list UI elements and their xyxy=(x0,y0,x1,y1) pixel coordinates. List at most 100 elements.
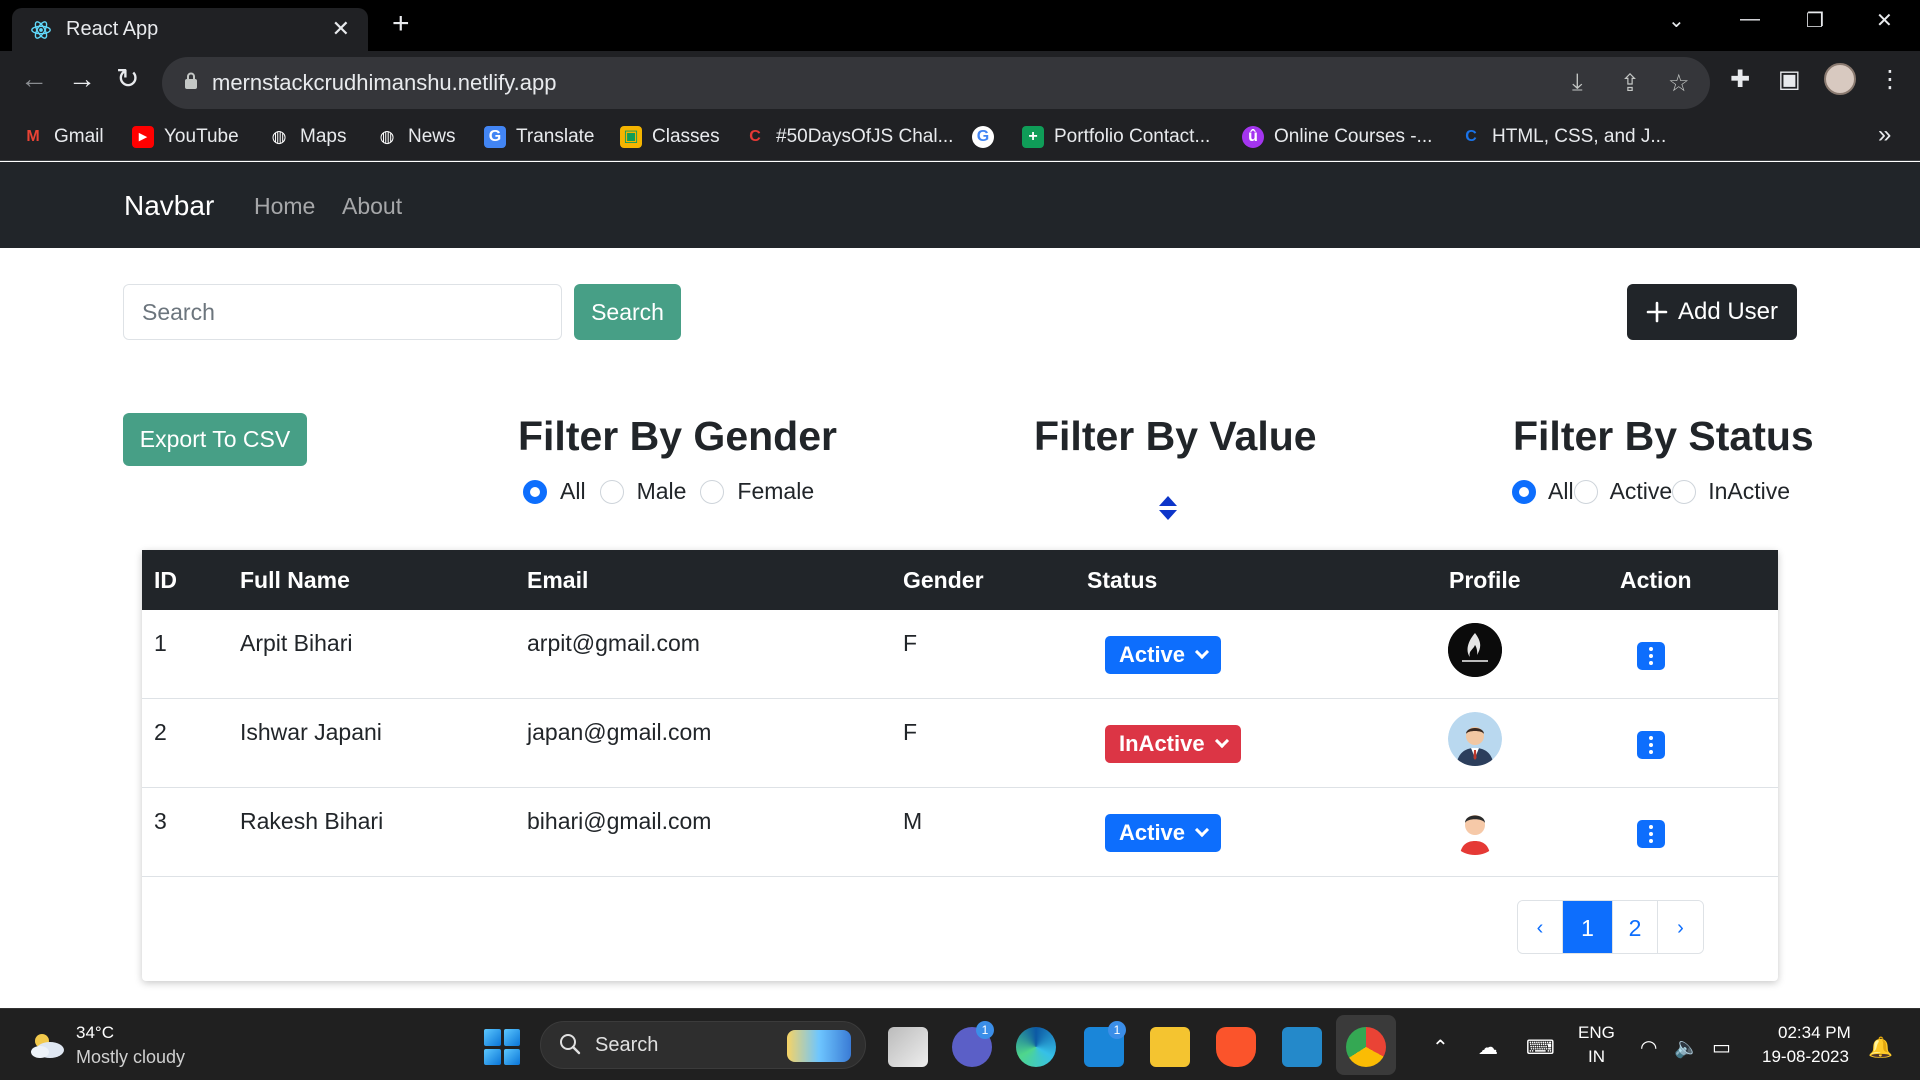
search-icon xyxy=(560,1034,581,1055)
bookmark-50daysofjs[interactable]: C #50DaysOfJS Chal... xyxy=(744,123,953,151)
windows-start-icon[interactable] xyxy=(484,1029,520,1065)
back-arrow-icon[interactable]: ← xyxy=(20,65,48,93)
gender-label-female: Female xyxy=(737,478,815,504)
battery-icon[interactable]: ▭ xyxy=(1712,1035,1731,1060)
bookmark-html-css-js[interactable]: C HTML, CSS, and J... xyxy=(1460,123,1666,151)
bookmark-portfolio-contact[interactable]: + Portfolio Contact... xyxy=(1022,123,1210,151)
onedrive-icon[interactable]: ☁ xyxy=(1478,1035,1498,1060)
column-header-full-name: Full Name xyxy=(240,567,350,593)
minimize-icon[interactable]: — xyxy=(1740,8,1760,31)
search-button[interactable]: Search xyxy=(574,284,681,340)
filter-status-title: Filter By Status xyxy=(1513,413,1814,459)
bookmark-online-courses[interactable]: û Online Courses -... xyxy=(1242,123,1432,151)
export-csv-button[interactable]: Export To CSV xyxy=(123,413,307,466)
column-header-email: Email xyxy=(527,567,589,593)
pagination-next[interactable]: › xyxy=(1658,901,1703,953)
edge-browser-icon[interactable] xyxy=(1016,1027,1056,1067)
udemy-icon: û xyxy=(1242,126,1264,148)
restore-icon[interactable]: ❐ xyxy=(1806,8,1824,33)
bookmark-gmail[interactable]: M Gmail xyxy=(22,123,103,151)
profile-avatar[interactable] xyxy=(1824,63,1856,95)
vscode-icon[interactable] xyxy=(1282,1027,1322,1067)
clock-time[interactable]: 02:34 PM xyxy=(1778,1023,1851,1043)
gender-radio-female[interactable] xyxy=(700,479,725,504)
sort-icon[interactable] xyxy=(1157,494,1179,522)
status-dropdown-button[interactable]: Active xyxy=(1105,814,1222,852)
cell-gender: F xyxy=(903,630,918,656)
clock-date[interactable]: 19-08-2023 xyxy=(1762,1047,1849,1067)
gender-radio-male[interactable] xyxy=(599,479,624,504)
close-tab-icon[interactable]: ✕ xyxy=(332,16,350,42)
search-input[interactable] xyxy=(123,284,562,340)
cell-full-name: Ishwar Japani xyxy=(240,719,382,745)
row-action-menu-button[interactable] xyxy=(1637,731,1665,759)
task-view-icon[interactable] xyxy=(888,1027,928,1067)
cloudy-weather-icon[interactable] xyxy=(28,1031,66,1059)
bookmark-news[interactable]: ◍ News xyxy=(376,123,456,151)
dark-logo-avatar-icon xyxy=(1448,623,1502,677)
column-header-status: Status xyxy=(1087,567,1158,593)
url-text[interactable]: mernstackcrudhimanshu.netlify.app xyxy=(212,70,556,96)
region-indicator[interactable]: IN xyxy=(1588,1047,1605,1067)
new-tab-button[interactable]: + xyxy=(392,9,410,39)
status-label: InActive xyxy=(1119,731,1205,756)
forward-arrow-icon[interactable]: → xyxy=(68,65,96,93)
pagination-page-1[interactable]: 1 xyxy=(1563,901,1613,953)
language-indicator[interactable]: ENG xyxy=(1578,1023,1615,1043)
share-icon[interactable]: ⇪ xyxy=(1620,69,1640,98)
windows-taskbar: 34°C Mostly cloudy Search 1 1 ⌃ ☁ ⌨ ENG … xyxy=(0,1008,1920,1080)
nav-link-about[interactable]: About xyxy=(342,193,402,220)
reload-icon[interactable]: ↻ xyxy=(116,65,139,93)
gender-radio-all[interactable] xyxy=(523,479,547,504)
status-dropdown-button[interactable]: InActive xyxy=(1105,725,1241,763)
column-header-gender: Gender xyxy=(903,567,984,593)
keyboard-icon[interactable]: ⌨ xyxy=(1526,1035,1555,1060)
file-explorer-icon[interactable] xyxy=(1150,1027,1190,1067)
cell-email: arpit@gmail.com xyxy=(527,630,700,656)
row-action-menu-button[interactable] xyxy=(1637,642,1665,670)
row-action-menu-button[interactable] xyxy=(1637,820,1665,848)
status-radio-active[interactable] xyxy=(1573,479,1598,504)
chrome-icon[interactable] xyxy=(1346,1027,1386,1067)
teams-badge: 1 xyxy=(976,1021,994,1039)
pagination-prev[interactable]: ‹ xyxy=(1518,901,1563,953)
install-app-icon[interactable]: ⤓ xyxy=(1572,69,1583,97)
wifi-icon[interactable]: ◠ xyxy=(1640,1035,1657,1060)
table-row: 3 Rakesh Bihari bihari@gmail.com M Activ… xyxy=(142,788,1778,877)
brave-browser-icon[interactable] xyxy=(1216,1027,1256,1067)
chevron-down-icon xyxy=(1214,733,1229,749)
profile-avatar-businessman xyxy=(1448,712,1502,766)
tab-search-chevron-icon[interactable]: ⌄ xyxy=(1668,8,1685,33)
mail-badge: 1 xyxy=(1108,1021,1126,1039)
pagination-page-2[interactable]: 2 xyxy=(1613,901,1658,953)
search-highlight-icon xyxy=(787,1030,851,1062)
cell-email: bihari@gmail.com xyxy=(527,808,712,834)
side-panel-icon[interactable]: ▣ xyxy=(1778,65,1801,94)
notification-bell-icon[interactable]: 🔔 xyxy=(1868,1035,1893,1060)
bookmark-star-icon[interactable]: ☆ xyxy=(1668,69,1690,98)
add-user-button[interactable]: Add User xyxy=(1627,284,1797,340)
extensions-icon[interactable]: ✚ xyxy=(1730,65,1750,94)
bookmark-classes[interactable]: ▣ Classes xyxy=(620,123,720,151)
status-label-active: Active xyxy=(1609,478,1673,504)
nav-link-home[interactable]: Home xyxy=(254,193,315,220)
bookmark-youtube[interactable]: ▶ YouTube xyxy=(132,123,239,151)
status-radio-all[interactable] xyxy=(1512,479,1536,504)
status-radio-inactive[interactable] xyxy=(1672,479,1697,504)
close-window-icon[interactable]: ✕ xyxy=(1876,8,1893,33)
show-hidden-icons-icon[interactable]: ⌃ xyxy=(1432,1035,1449,1060)
weather-temperature[interactable]: 34°C xyxy=(76,1023,114,1043)
bookmark-google[interactable]: G xyxy=(972,123,994,151)
address-bar[interactable]: mernstackcrudhimanshu.netlify.app ⤓ ⇪ ☆ xyxy=(162,57,1710,109)
menu-kebab-icon[interactable]: ⋮ xyxy=(1878,65,1902,94)
navbar-brand[interactable]: Navbar xyxy=(124,190,214,222)
status-radio-group: All Active InActive xyxy=(1512,478,1790,505)
volume-icon[interactable]: 🔈 xyxy=(1674,1035,1699,1060)
browser-tab[interactable]: React App ✕ xyxy=(12,8,368,51)
more-bookmarks-icon[interactable]: » xyxy=(1878,121,1891,149)
taskbar-search-box[interactable]: Search xyxy=(540,1021,866,1069)
bookmark-translate[interactable]: G Translate xyxy=(484,123,595,151)
bookmark-maps[interactable]: ◍ Maps xyxy=(268,123,347,151)
status-dropdown-button[interactable]: Active xyxy=(1105,636,1222,674)
weather-description[interactable]: Mostly cloudy xyxy=(76,1047,185,1068)
